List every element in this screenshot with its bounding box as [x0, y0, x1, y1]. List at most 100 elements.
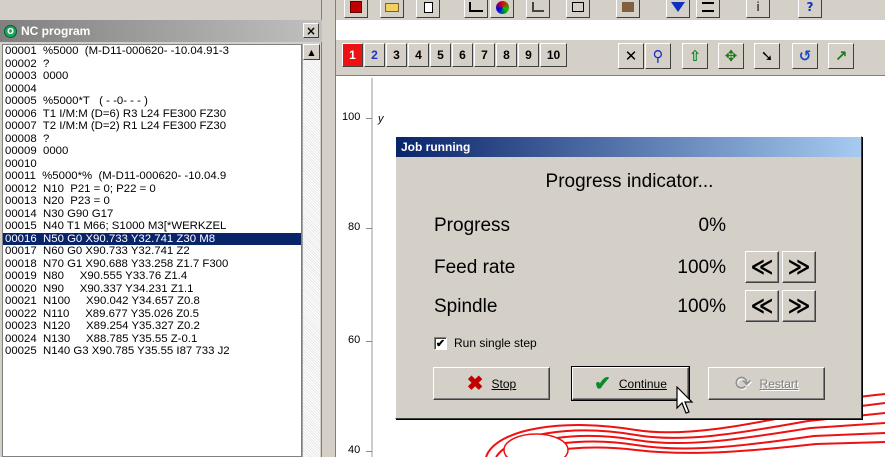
nc-logo-icon: O [4, 24, 17, 38]
nc-program-line[interactable]: 00019 N80 X90.555 Y33.76 Z1.4 [3, 270, 301, 283]
view-tab-1[interactable]: 1 [342, 43, 363, 67]
stop-x-icon: ✖ [466, 373, 484, 395]
view-tab-8[interactable]: 8 [496, 43, 517, 67]
tick-label-100: 100 [342, 111, 361, 123]
nc-program-listbox[interactable]: 00001 %5000 (M-D11-000620- -10.04.91-3 00… [2, 44, 302, 457]
measure-icon[interactable] [526, 0, 550, 18]
dialog-title: Job running [401, 140, 471, 154]
nc-program-title: NC program [21, 24, 91, 38]
nc-program-line[interactable]: 00013 N20 P23 = 0 [3, 195, 301, 208]
axis-icon[interactable]: ↗ [828, 43, 854, 69]
nc-program-line[interactable]: 00011 %5000*% (M-D11-000620- -10.04.9 [3, 170, 301, 183]
nc-program-line[interactable]: 00020 N90 X90.337 Y34.231 Z1.1 [3, 283, 301, 296]
view-tab-5[interactable]: 5 [430, 43, 451, 67]
single-step-checkbox[interactable]: ✔ [434, 336, 447, 350]
nc-program-line[interactable]: 00001 %5000 (M-D11-000620- -10.04.91-3 [3, 45, 301, 58]
nc-program-window: O NC program × 00001 %5000 (M-D11-000620… [0, 0, 322, 457]
progress-heading: Progress indicator... [545, 171, 714, 192]
stop-label: Stop [491, 376, 517, 391]
nc-program-line[interactable]: 00022 N110 X89.677 Y35.026 Z0.5 [3, 308, 301, 321]
view-tab-9[interactable]: 9 [518, 43, 539, 67]
scroll-up-button[interactable]: ▲ [303, 44, 320, 60]
feed-rate-label: Feed rate [434, 257, 516, 278]
info-icon[interactable]: i [746, 0, 770, 18]
check-icon: ✔ [594, 373, 611, 395]
view-toolbar: 1 2 3 4 5 6 7 8 9 10 ✕ ⚲ ⇧ ✥ ➘ ↺ ↗ [336, 40, 885, 76]
continue-label: Continue [618, 376, 667, 391]
tick-80 [366, 228, 372, 229]
tick-40 [366, 451, 372, 452]
splitter[interactable] [322, 0, 336, 457]
tick-60 [366, 341, 372, 342]
restart-button[interactable]: ⟳ Restart [708, 367, 825, 400]
mouse-cursor-icon [676, 386, 694, 414]
spindle-increase-button[interactable]: ≫ [782, 290, 816, 322]
move-up-icon[interactable]: ⇧ [682, 43, 708, 69]
nc-program-line[interactable]: 00004 [3, 83, 301, 96]
single-step-label: Run single step [454, 336, 537, 350]
view-tab-10[interactable]: 10 [540, 43, 567, 67]
open-folder-icon[interactable] [380, 0, 404, 18]
view-tab-2[interactable]: 2 [364, 43, 385, 67]
filter-icon[interactable] [666, 0, 690, 18]
nc-program-line[interactable]: 00008 ? [3, 133, 301, 146]
view-tab-6[interactable]: 6 [452, 43, 473, 67]
nc-program-line[interactable]: 00007 T2 I/M:M (D=2) R1 L24 FE300 FZ30 [3, 120, 301, 133]
nc-program-line[interactable]: 00012 N10 P21 = 0; P22 = 0 [3, 183, 301, 196]
nc-program-titlebar[interactable]: O NC program × [0, 20, 322, 42]
feed-rate-value: 100% [677, 257, 726, 278]
help-icon[interactable]: ? [798, 0, 822, 18]
main-toolbar: i ? [336, 0, 885, 20]
nc-program-line[interactable]: 00009 0000 [3, 145, 301, 158]
single-step-option[interactable]: ✔ Run single step [434, 336, 537, 350]
document-icon[interactable] [416, 0, 440, 18]
nc-program-line[interactable]: 00005 %5000*T ( - -0- - - ) [3, 95, 301, 108]
view-tab-7[interactable]: 7 [474, 43, 495, 67]
nc-program-line[interactable]: 00003 0000 [3, 70, 301, 83]
feed-rate-decrease-button[interactable]: ≪ [745, 251, 779, 283]
nc-program-line[interactable]: 00014 N30 G90 G17 [3, 208, 301, 221]
nc-program-line[interactable]: 00010 [3, 158, 301, 171]
y-axis-label: y [378, 113, 384, 125]
feed-rate-increase-button[interactable]: ≫ [782, 251, 816, 283]
view-tab-3[interactable]: 3 [386, 43, 407, 67]
progress-label: Progress [434, 215, 511, 236]
nc-program-line[interactable]: 00016 N50 G0 X90.733 Y32.741 Z30 M8 [3, 232, 301, 245]
continue-button[interactable]: ✔ Continue [571, 366, 690, 401]
nc-program-line[interactable]: 00021 N100 X90.042 Y34.657 Z0.8 [3, 295, 301, 308]
job-running-dialog: Job running Progress indicator... Progre… [395, 136, 862, 419]
zoom-icon[interactable]: ⚲ [645, 43, 671, 69]
nc-program-line[interactable]: 00017 N60 G0 X90.733 Y32.741 Z2 [3, 245, 301, 258]
nc-program-line[interactable]: 00024 N130 X88.785 Y35.55 Z-0.1 [3, 333, 301, 346]
stop-button[interactable]: ✖ Stop [433, 367, 550, 400]
restart-label: Restart [759, 376, 799, 391]
spindle-decrease-button[interactable]: ≪ [745, 290, 779, 322]
dialog-titlebar[interactable]: Job running [396, 137, 861, 157]
restart-icon: ⟳ [734, 373, 752, 395]
nc-program-line[interactable]: 00018 N70 G1 X90.688 Y33.258 Z1.7 F300 [3, 258, 301, 271]
list-icon[interactable] [696, 0, 720, 18]
tools-icon[interactable] [616, 0, 640, 18]
pan-icon[interactable]: ✥ [718, 43, 744, 69]
nc-program-line[interactable]: 00023 N120 X89.254 Y35.327 Z0.2 [3, 320, 301, 333]
chart-icon[interactable] [464, 0, 488, 18]
export-icon[interactable] [566, 0, 590, 18]
nc-program-line[interactable]: 00006 T1 I/M:M (D=6) R3 L24 FE300 FZ30 [3, 108, 301, 121]
rotate-icon[interactable]: ↺ [792, 43, 818, 69]
color-wheel-icon[interactable] [490, 0, 514, 18]
progress-value: 0% [698, 215, 726, 236]
tick-100 [366, 118, 372, 119]
nc-scrollbar[interactable]: ▲ [302, 44, 320, 457]
spindle-value: 100% [677, 296, 726, 317]
pointer-icon[interactable]: ➘ [754, 43, 780, 69]
nc-program-line[interactable]: 00015 N40 T1 M66; S1000 M3[*WERKZEL [3, 220, 301, 233]
nc-close-button[interactable]: × [303, 23, 319, 38]
close-view-icon[interactable]: ✕ [618, 43, 644, 69]
tick-label-80: 80 [348, 221, 361, 233]
spindle-label: Spindle [434, 296, 498, 317]
nc-program-line[interactable]: 00002 ? [3, 58, 301, 71]
stop-red-icon[interactable] [344, 0, 368, 18]
nc-program-line[interactable]: 00025 N140 G3 X90.785 Y35.55 I87 733 J2 [3, 345, 301, 358]
tick-label-60: 60 [348, 334, 361, 346]
view-tab-4[interactable]: 4 [408, 43, 429, 67]
